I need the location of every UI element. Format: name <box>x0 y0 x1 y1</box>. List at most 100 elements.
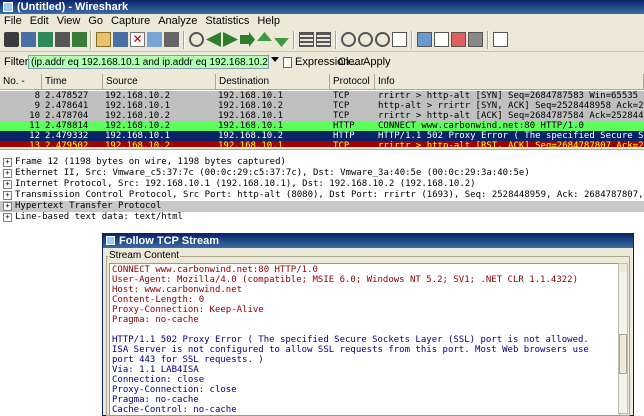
menu-capture[interactable]: Capture <box>107 14 154 28</box>
display-filters-icon[interactable] <box>434 32 449 47</box>
client-request-line: Host: www.carbonwind.net <box>112 285 243 295</box>
packet-list-header: No. - Time Source Destination Protocol I… <box>0 74 644 90</box>
go-first-packet-icon[interactable] <box>257 32 272 41</box>
column-header-no[interactable]: No. - <box>0 74 42 89</box>
close-file-icon[interactable]: ✕ <box>130 32 145 47</box>
dialog-title: Follow TCP Stream <box>119 235 220 247</box>
capture-filters-icon[interactable] <box>417 32 432 47</box>
interfaces-icon[interactable] <box>4 32 19 47</box>
cell-no: 8 <box>34 91 40 101</box>
cell-source: 192.168.10.1 <box>105 101 171 111</box>
dialog-app-icon <box>106 236 115 245</box>
server-response-line: Connection: close <box>112 375 205 385</box>
preferences-icon[interactable] <box>468 32 483 47</box>
reload-icon[interactable] <box>147 32 162 47</box>
resize-columns-icon[interactable] <box>392 32 407 47</box>
cell-protocol: TCP <box>333 141 350 147</box>
go-to-packet-icon[interactable] <box>240 32 255 47</box>
column-header-info[interactable]: Info <box>375 74 644 89</box>
expand-icon[interactable]: + <box>3 169 12 178</box>
server-response-line: ISA Server is not configured to allow SS… <box>112 345 589 355</box>
cell-destination: 192.168.10.2 <box>218 131 284 141</box>
toolbar-separator <box>293 31 295 49</box>
client-request-line: Proxy-Connection: Keep-Alive <box>112 305 264 315</box>
zoom-out-icon[interactable] <box>358 32 373 47</box>
expand-icon[interactable]: + <box>3 202 12 211</box>
auto-scroll-icon[interactable] <box>316 32 331 47</box>
packet-row[interactable]: 10 2.478704 192.168.10.2 192.168.10.1 TCP rri… <box>0 111 644 121</box>
go-back-icon[interactable] <box>206 32 221 47</box>
packet-row[interactable]: 11 2.478814 192.168.10.2 192.168.10.1 HTTP CO… <box>0 121 644 131</box>
column-header-source[interactable]: Source <box>103 74 216 89</box>
client-request-line: Pragma: no-cache <box>112 315 199 325</box>
detail-tree-item[interactable]: + Frame 12 (1198 bytes on wire, 1198 byte… <box>0 157 644 168</box>
cell-protocol: HTTP <box>333 121 355 131</box>
menu-file[interactable]: File <box>0 14 26 28</box>
cell-destination: 192.168.10.1 <box>218 141 284 147</box>
restart-capture-icon[interactable] <box>72 32 87 47</box>
menu-statistics[interactable]: Statistics <box>201 14 253 28</box>
help-icon[interactable] <box>493 32 508 47</box>
cell-source: 192.168.10.2 <box>105 111 171 121</box>
cell-source: 192.168.10.2 <box>105 141 171 147</box>
cell-time: 2.479502 <box>45 141 89 147</box>
go-forward-icon[interactable] <box>223 32 238 47</box>
expand-icon[interactable]: + <box>3 180 12 189</box>
start-capture-icon[interactable] <box>38 32 53 47</box>
menu-help[interactable]: Help <box>253 14 284 28</box>
cell-protocol: TCP <box>333 91 350 101</box>
packet-row[interactable]: 12 2.479332 192.168.10.1 192.168.10.2 HTTP HT… <box>0 131 644 141</box>
stream-content-label: Stream Content <box>108 250 181 261</box>
detail-tree-item[interactable]: + Hypertext Transfer Protocol <box>0 201 644 212</box>
column-header-time[interactable]: Time <box>42 74 103 89</box>
detail-tree-item[interactable]: + Internet Protocol, Src: 192.168.10.1 (1… <box>0 179 644 190</box>
cell-protocol: TCP <box>333 101 350 111</box>
display-filter-input[interactable]: (ip.addr eq 192.168.10.1 and ip.addr eq … <box>28 55 269 69</box>
detail-tree-item[interactable]: + Line-based text data: text/html <box>0 212 644 223</box>
expand-icon[interactable]: + <box>3 191 12 200</box>
coloring-rules-icon[interactable] <box>451 32 466 47</box>
stream-content-text[interactable]: CONNECT www.carbonwind.net:80 HTTP/1.0 Us… <box>109 263 620 416</box>
filter-dropdown-icon[interactable] <box>271 57 279 62</box>
packet-row[interactable]: 13 2.479502 192.168.10.2 192.168.10.1 TCP rri… <box>0 141 644 147</box>
cell-destination: 192.168.10.1 <box>218 91 284 101</box>
menu-bar: File Edit View Go Capture Analyze Statistics He… <box>0 14 644 28</box>
print-icon[interactable] <box>164 32 179 47</box>
stream-scrollbar[interactable] <box>618 263 628 414</box>
stop-capture-icon[interactable] <box>55 32 70 47</box>
capture-options-icon[interactable] <box>21 32 36 47</box>
scroll-thumb[interactable] <box>619 334 627 374</box>
open-file-icon[interactable] <box>96 32 111 47</box>
menu-view[interactable]: View <box>53 14 85 28</box>
cell-info: rrirtr > http-alt [ACK] Seq=2684787584 A… <box>378 111 644 121</box>
column-header-destination[interactable]: Destination <box>216 74 330 89</box>
expression-icon <box>283 56 292 68</box>
cell-info: CONNECT www.carbonwind.net:80 HTTP/1.0 <box>378 121 584 131</box>
normal-size-icon[interactable] <box>375 32 390 47</box>
apply-button[interactable]: Apply <box>363 52 391 72</box>
client-request-line: CONNECT www.carbonwind.net:80 HTTP/1.0 <box>112 265 318 275</box>
clear-button[interactable]: Clear <box>338 52 364 72</box>
colorize-list-icon[interactable] <box>299 32 314 47</box>
detail-tree-item[interactable]: + Transmission Control Protocol, Src Port… <box>0 190 644 201</box>
packet-row[interactable]: 8 2.478527 192.168.10.2 192.168.10.1 TCP rrir… <box>0 91 644 101</box>
find-packet-icon[interactable] <box>189 32 204 47</box>
menu-analyze[interactable]: Analyze <box>154 14 201 28</box>
zoom-in-icon[interactable] <box>341 32 356 47</box>
cell-source: 192.168.10.2 <box>105 121 171 131</box>
packet-row[interactable]: 9 2.478641 192.168.10.1 192.168.10.2 TCP http… <box>0 101 644 111</box>
expand-icon[interactable]: + <box>3 213 12 222</box>
expand-icon[interactable]: + <box>3 158 12 167</box>
detail-tree-item[interactable]: + Ethernet II, Src: Vmware_c5:37:7c (00:0… <box>0 168 644 179</box>
column-header-protocol[interactable]: Protocol <box>330 74 375 89</box>
save-file-icon[interactable] <box>113 32 128 47</box>
cell-source: 192.168.10.1 <box>105 131 171 141</box>
scroll-up-icon[interactable] <box>619 264 627 272</box>
cell-time: 2.478641 <box>45 101 89 111</box>
server-response-line: Via: 1.1 LAB4ISA <box>112 365 199 375</box>
menu-edit[interactable]: Edit <box>26 14 53 28</box>
cell-destination: 192.168.10.1 <box>218 121 284 131</box>
go-last-packet-icon[interactable] <box>274 38 289 47</box>
menu-go[interactable]: Go <box>84 14 107 28</box>
cell-time: 2.478527 <box>45 91 89 101</box>
